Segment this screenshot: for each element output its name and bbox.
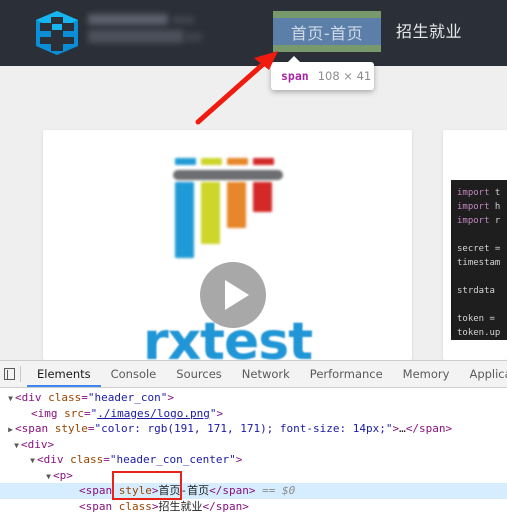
chevron-down-icon[interactable] <box>6 391 15 407</box>
inspect-element-icon[interactable] <box>0 361 18 387</box>
nav-item-admissions[interactable]: 招生就业 <box>396 18 462 42</box>
dom-token-punct: > <box>235 453 243 466</box>
dom-token-tagname: span <box>215 499 243 513</box>
dom-token-space <box>48 422 55 435</box>
dom-token-tagname: span <box>419 422 446 435</box>
dom-token-tagname: span <box>85 484 113 497</box>
dom-row[interactable]: <p> <box>0 468 507 484</box>
dom-row[interactable]: <span style>首页-首页</span> == $0 <box>0 471 507 500</box>
tooltip-dimensions: 108 × 41 <box>317 69 372 83</box>
dom-row[interactable]: <img src="./images/logo.png"> <box>0 406 507 422</box>
dom-token-attrval: "color: rgb(191, 171, 171); font-size: 1… <box>94 422 393 435</box>
dom-token-punct: > <box>66 468 73 482</box>
blurred-brand-text <box>88 14 204 50</box>
tab-memory[interactable]: Memory <box>393 361 460 387</box>
dom-token-punct: </ <box>202 499 216 513</box>
play-triangle-icon <box>225 280 249 310</box>
devtools-tabbar: Elements Console Sources Network Performance… <box>0 361 507 388</box>
dom-token-attrname: class <box>118 499 152 513</box>
devtools-panel: Elements Console Sources Network Performance… <box>0 360 507 518</box>
dom-token-punct: < <box>31 406 38 420</box>
dom-token-punct: < <box>79 499 86 513</box>
dom-token-attrval: "header_con" <box>87 391 168 404</box>
play-button[interactable] <box>200 262 266 328</box>
nav-item-home-label: 首页-首页 <box>290 23 364 43</box>
dom-row[interactable]: <span class>招生就业</span> <box>0 499 507 515</box>
dom-token-dollar: == $0 <box>262 484 296 497</box>
dom-token-punct: < <box>37 453 44 466</box>
annotation-highlight-box <box>112 471 182 500</box>
dom-token-punct: = <box>87 422 95 435</box>
dom-token-punct: > <box>445 422 453 435</box>
tab-applica[interactable]: Applica <box>459 361 507 387</box>
tab-elements[interactable]: Elements <box>27 361 101 387</box>
dom-token-link: ./images/logo.png <box>97 406 210 420</box>
screenshot-root: 首页-首页 招生就业 span 108 × 41 rxtest import t… <box>0 0 507 518</box>
toolbar-divider <box>20 366 21 382</box>
tooltip-arrow-icon <box>287 56 301 63</box>
code-snippet: import t import h import r secret = time… <box>451 180 507 340</box>
dom-token-punct: > <box>167 391 174 404</box>
nav-item-home[interactable]: 首页-首页 <box>273 18 381 45</box>
cube-logo-icon <box>32 9 82 57</box>
tab-performance[interactable]: Performance <box>300 361 393 387</box>
annotation-arrow-icon <box>195 51 278 125</box>
dom-token-punct: </ <box>209 484 223 497</box>
dom-token-tagname: img <box>37 406 58 420</box>
dom-row[interactable]: <div class="header_con_center"> <box>0 452 507 468</box>
chevron-down-icon[interactable] <box>28 453 37 469</box>
dom-token-tagname: div <box>21 391 42 404</box>
chevron-down-icon[interactable] <box>44 469 53 485</box>
inspector-tooltip: span 108 × 41 <box>271 56 374 90</box>
dom-token-punct: = <box>103 453 110 466</box>
dom-token-punct: > <box>151 499 159 513</box>
dom-row[interactable]: <div> <box>0 437 507 453</box>
dom-token-attrname: class <box>48 391 82 404</box>
tab-sources[interactable]: Sources <box>166 361 232 387</box>
dom-row[interactable]: <div class="header_con"> <box>0 390 507 406</box>
dom-token-space <box>112 500 119 513</box>
chevron-right-icon[interactable] <box>6 422 15 438</box>
browser-viewport: 首页-首页 招生就业 span 108 × 41 rxtest import t… <box>0 0 507 360</box>
dom-row[interactable]: <span style="color: rgb(191, 171, 171); … <box>0 421 507 437</box>
dom-token-punct: < <box>21 437 28 451</box>
chevron-down-icon[interactable] <box>12 438 21 454</box>
product-logo-graphic <box>173 158 283 263</box>
dom-token-punct: = <box>81 391 88 404</box>
dom-token-punct: > <box>242 499 249 513</box>
dom-token-punct: < <box>15 422 22 435</box>
dom-tree[interactable]: <div class="header_con"><img src="./imag… <box>0 387 507 518</box>
dom-token-attrname: src <box>64 406 84 420</box>
tab-network[interactable]: Network <box>232 361 300 387</box>
dom-token-punct: < <box>53 468 60 482</box>
tooltip-tag-name: span <box>281 69 309 83</box>
dom-token-punct: > <box>47 437 55 451</box>
dom-token-tagname: span <box>222 484 249 497</box>
dom-token-punct: < <box>79 484 86 497</box>
tab-console[interactable]: Console <box>101 361 167 387</box>
dom-token-tagname: div <box>27 437 48 451</box>
dom-token-punct: > <box>216 406 224 420</box>
dom-token-attrval: "header_con_center" <box>109 453 236 466</box>
dom-token-punct: = <box>84 406 91 420</box>
code-card[interactable]: import t import h import r secret = time… <box>443 130 507 360</box>
dom-token-attrname: class <box>70 453 104 466</box>
dom-token-tagname: span <box>21 422 49 435</box>
dom-token-attrname: style <box>54 422 88 435</box>
dom-token-punct: > <box>248 484 256 497</box>
dom-token-textnode: … <box>399 422 406 435</box>
devtools-element-highlight: 首页-首页 <box>273 11 381 52</box>
dom-token-tagname: div <box>43 453 64 466</box>
dom-token-punct: < <box>15 391 22 404</box>
dom-token-punct: </ <box>405 422 420 435</box>
dom-token-tagname: span <box>85 499 113 513</box>
dom-token-textnode: 招生就业 <box>158 499 203 513</box>
